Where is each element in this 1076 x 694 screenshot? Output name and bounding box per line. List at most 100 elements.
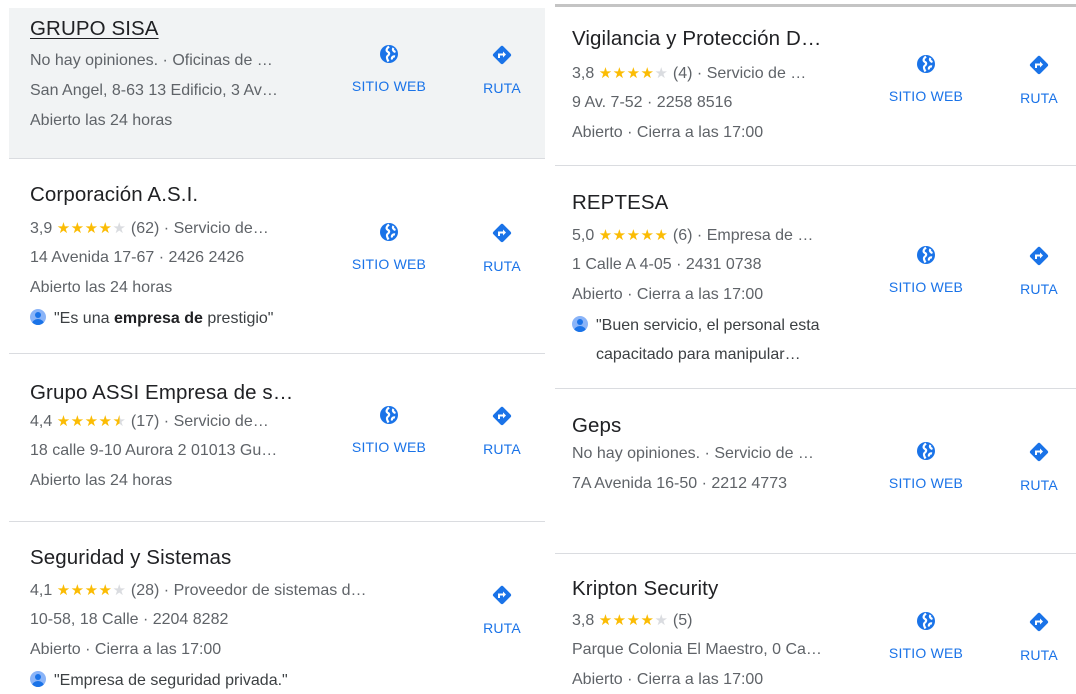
address-text: 7A Avenida 16-50 · 2212 4773 — [572, 475, 787, 492]
route-button[interactable]: RUTA — [989, 54, 1076, 106]
review-count[interactable]: (4) — [673, 65, 693, 82]
rating-value: 5,0 — [572, 227, 595, 244]
star-rating: ★★★★★ — [56, 582, 127, 599]
address-text: San Angel, 8-63 13 Edificio, 3 Av… — [30, 82, 278, 99]
address-text: 14 Avenida 17-67 · 2426 2426 — [30, 249, 245, 266]
website-button[interactable]: SITIO WEB — [339, 44, 439, 94]
website-label: SITIO WEB — [888, 645, 964, 661]
route-label: RUTA — [1020, 477, 1058, 493]
rating-value: 4,4 — [30, 413, 53, 430]
website-button[interactable]: SITIO WEB — [876, 245, 976, 295]
website-button[interactable]: SITIO WEB — [876, 441, 976, 491]
place-name[interactable]: Vigilancia y Protección D… — [572, 27, 821, 51]
rating-value: 4,1 — [30, 582, 53, 599]
directions-icon — [492, 223, 512, 243]
category-text: Servicio de … — [706, 65, 807, 82]
review-count[interactable]: (17) — [131, 413, 159, 430]
globe-icon — [380, 45, 398, 63]
category-text: Servicio de… — [173, 413, 269, 430]
address-text: 1 Calle A 4-05 · 2431 0738 — [572, 256, 762, 273]
category-text: Empresa de … — [706, 227, 814, 244]
result-card[interactable]: Geps No hay opiniones. · Servicio de … 7… — [555, 388, 1076, 554]
place-name[interactable]: REPTESA — [572, 191, 668, 215]
star-rating: ★★★★★ — [598, 612, 669, 629]
website-button[interactable]: SITIO WEB — [339, 222, 439, 272]
route-button[interactable]: RUTA — [452, 584, 552, 636]
route-button[interactable]: RUTA — [452, 222, 552, 274]
hours-text: Abierto · Cierra a las 17:00 — [30, 641, 222, 658]
review-count[interactable]: (5) — [673, 612, 693, 629]
avatar — [572, 316, 588, 332]
website-label: SITIO WEB — [351, 439, 427, 455]
rating-category-line: 3,9 ★★★★★ (62) · Servicio de… — [30, 220, 269, 237]
result-card[interactable]: Seguridad y Sistemas 4,1 ★★★★★ (28) · Pr… — [9, 521, 545, 694]
rating-category-line: 3,8 ★★★★★ (5) — [572, 611, 872, 630]
review-snippet: "Es una empresa de prestigio" — [30, 309, 273, 328]
result-card[interactable]: REPTESA 5,0 ★★★★★ (6) · Empresa de … 1 C… — [555, 165, 1076, 389]
rating-value: 3,9 — [30, 220, 53, 237]
globe-icon — [917, 246, 935, 264]
review-count[interactable]: (62) — [131, 220, 159, 237]
route-button[interactable]: RUTA — [989, 441, 1076, 493]
category-text: Proveedor de sistemas d… — [173, 582, 367, 599]
hours-text: Abierto · Cierra a las 17:00 — [572, 671, 764, 688]
route-label: RUTA — [1020, 281, 1058, 297]
website-button[interactable]: SITIO WEB — [339, 405, 439, 455]
address-text: 10-58, 18 Calle · 2204 8282 — [30, 611, 229, 628]
website-label: SITIO WEB — [351, 256, 427, 272]
website-label: SITIO WEB — [888, 279, 964, 295]
route-button[interactable]: RUTA — [452, 405, 552, 457]
star-rating: ★★★★★ — [56, 220, 127, 237]
route-button[interactable]: RUTA — [452, 44, 552, 96]
place-name[interactable]: Grupo ASSI Empresa de s… — [30, 381, 293, 405]
globe-icon — [380, 406, 398, 424]
route-button[interactable]: RUTA — [989, 611, 1076, 663]
directions-icon — [1029, 612, 1049, 632]
no-reviews-text: No hay opiniones. — [572, 445, 701, 462]
hours-text: Abierto las 24 horas — [30, 279, 173, 296]
place-name[interactable]: Seguridad y Sistemas — [30, 546, 231, 570]
rating-category-line: 4,1 ★★★★★ (28) · Proveedor de sistemas d… — [30, 582, 367, 599]
route-button[interactable]: RUTA — [989, 245, 1076, 297]
address-text: 9 Av. 7-52 · 2258 8516 — [572, 94, 733, 111]
rating-category-line: No hay opiniones. · Oficinas de … — [30, 52, 273, 69]
route-label: RUTA — [483, 441, 521, 457]
result-card[interactable]: Kripton Security 3,8 ★★★★★ (5) Parque Co… — [555, 553, 1076, 694]
directions-icon — [492, 45, 512, 65]
review-snippet: "Buen servicio, el personal esta — [572, 316, 820, 335]
address-text: 18 calle 9-10 Aurora 2 01013 Gu… — [30, 442, 278, 459]
place-name[interactable]: Geps — [572, 414, 621, 438]
hours-text: Abierto · Cierra a las 17:00 — [572, 124, 764, 141]
place-name[interactable]: Corporación A.S.I. — [30, 183, 198, 207]
rating-value: 3,8 — [572, 65, 595, 82]
globe-icon — [380, 223, 398, 241]
place-name[interactable]: Kripton Security — [572, 577, 718, 601]
category-text: Servicio de … — [714, 445, 814, 462]
result-card[interactable]: Grupo ASSI Empresa de s… 4,4 ★★★★★ (17) … — [9, 353, 545, 522]
globe-icon — [917, 612, 935, 630]
website-button[interactable]: SITIO WEB — [876, 611, 976, 661]
place-name[interactable]: GRUPO SISA — [30, 17, 159, 41]
category-text: Oficinas de … — [172, 52, 273, 69]
review-snippet-continued: capacitado para manipular… — [596, 346, 801, 363]
route-label: RUTA — [483, 620, 521, 636]
route-label: RUTA — [1020, 647, 1058, 663]
rating-category-line: 3,8 ★★★★★ (4) · Servicio de … — [572, 65, 807, 82]
hours-text: Abierto · Cierra a las 17:00 — [572, 286, 764, 303]
review-count[interactable]: (28) — [131, 582, 159, 599]
directions-icon — [492, 406, 512, 426]
hours-text: Abierto las 24 horas — [30, 472, 173, 489]
directions-icon — [1029, 55, 1049, 75]
result-card[interactable]: GRUPO SISA No hay opiniones. · Oficinas … — [9, 8, 545, 159]
review-count[interactable]: (6) — [673, 227, 693, 244]
website-button[interactable]: SITIO WEB — [876, 54, 976, 104]
website-label: SITIO WEB — [351, 78, 427, 94]
address-text: Parque Colonia El Maestro, 0 Ca… — [572, 641, 822, 658]
rating-category-line: No hay opiniones. · Servicio de … — [572, 445, 814, 462]
rating-category-line: 4,4 ★★★★★ (17) · Servicio de… — [30, 413, 269, 430]
avatar — [30, 671, 46, 687]
no-reviews-text: No hay opiniones. — [30, 52, 159, 69]
result-card[interactable]: Corporación A.S.I. 3,9 ★★★★★ (62) · Serv… — [9, 158, 545, 354]
result-card[interactable]: Vigilancia y Protección D… 3,8 ★★★★★ (4)… — [555, 7, 1076, 166]
category-text: Servicio de… — [173, 220, 269, 237]
